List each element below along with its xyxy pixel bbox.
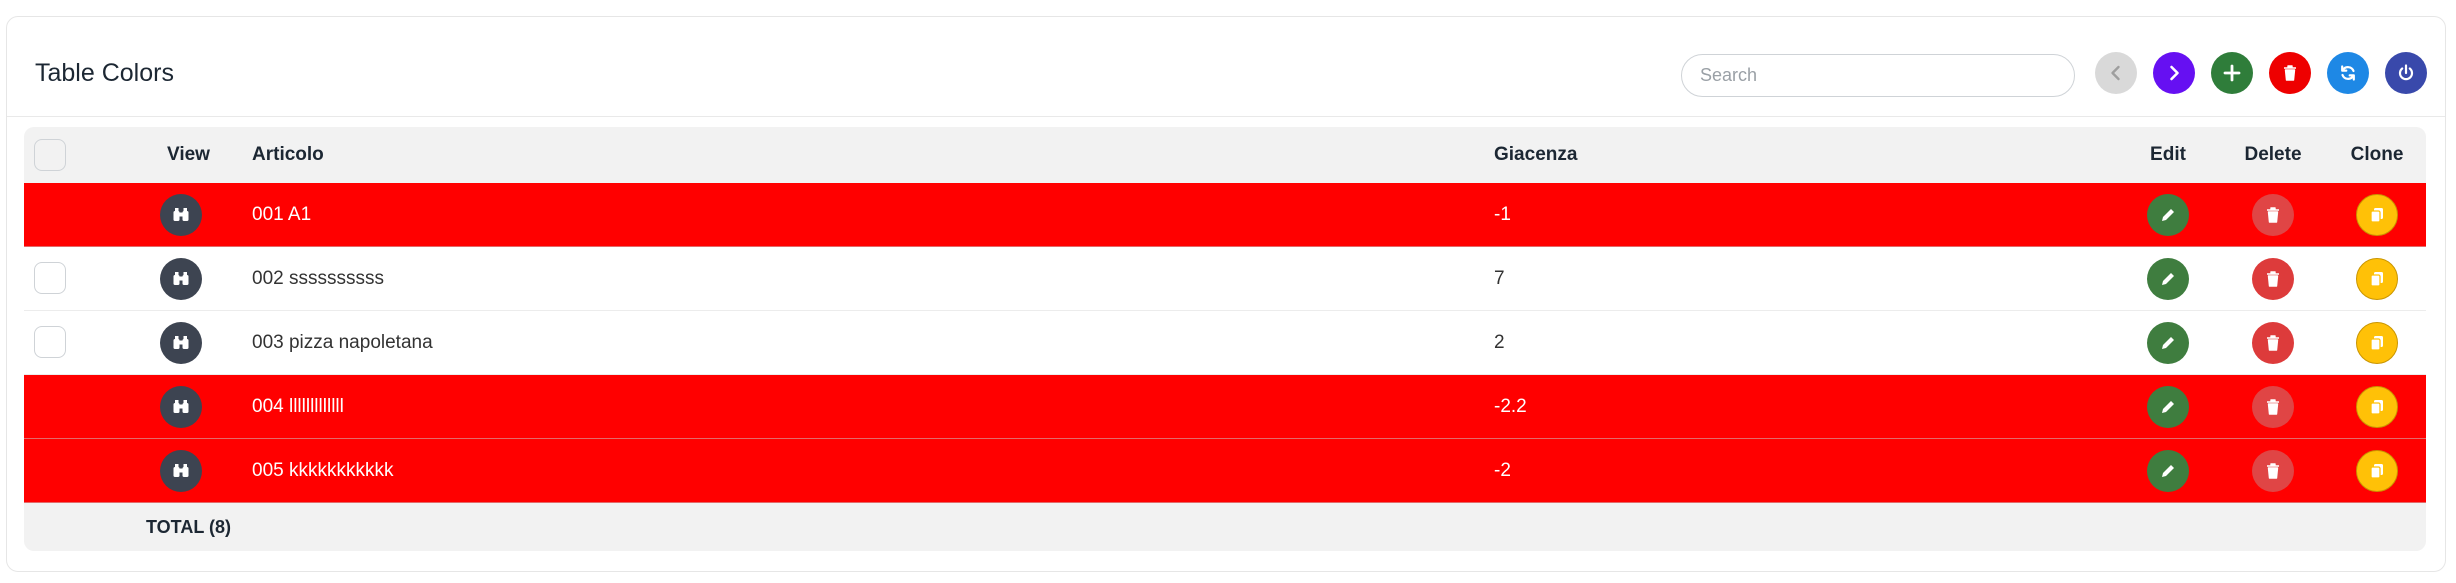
giacenza-cell: -1 [1494,203,1511,225]
copy-icon [2370,464,2383,479]
plus-icon [2223,64,2241,82]
table-row: 003 pizza napoletana 2 [24,311,2426,375]
select-all-checkbox[interactable] [34,139,66,171]
row-delete-button[interactable] [2252,258,2294,300]
card-header: Table Colors [7,17,2445,117]
view-button[interactable] [160,386,202,428]
refresh-button[interactable] [2327,52,2369,94]
refresh-icon [2341,65,2355,81]
edit-button[interactable] [2147,386,2189,428]
row-checkbox[interactable] [34,326,66,358]
row-checkbox[interactable] [34,262,66,294]
chevron-left-icon [2111,65,2120,81]
view-button[interactable] [160,258,202,300]
next-page-button[interactable] [2153,52,2195,94]
row-delete-button[interactable] [2252,450,2294,492]
trash-icon [2267,463,2279,479]
pencil-icon [2162,273,2174,285]
giacenza-cell: 2 [1494,331,1505,353]
binoculars-icon [173,272,189,285]
column-header-articolo[interactable]: Articolo [252,127,324,183]
copy-icon [2370,336,2383,351]
row-delete-button[interactable] [2252,386,2294,428]
prev-page-button[interactable] [2095,52,2137,94]
articolo-cell: 003 pizza napoletana [252,331,433,353]
trash-icon [2267,271,2279,287]
delete-button[interactable] [2269,52,2311,94]
search-input[interactable] [1681,54,2075,97]
trash-icon [2284,65,2296,81]
view-button[interactable] [160,450,202,492]
add-button[interactable] [2211,52,2253,94]
table-footer: TOTAL (8) [24,503,2426,551]
chevron-right-icon [2170,65,2179,81]
copy-icon [2370,208,2383,223]
column-header-giacenza[interactable]: Giacenza [1494,127,1577,183]
clone-button[interactable] [2356,386,2398,428]
giacenza-cell: -2 [1494,459,1511,481]
trash-icon [2267,207,2279,223]
table-row: 001 A1 -1 [24,183,2426,247]
binoculars-icon [173,208,189,221]
clone-button[interactable] [2356,258,2398,300]
table-row: 002 ssssssssss 7 [24,247,2426,311]
table-header: View Articolo Giacenza Edit Delete Clone [24,127,2426,183]
power-icon [2398,64,2414,81]
pencil-icon [2162,337,2174,349]
edit-button[interactable] [2147,194,2189,236]
table-card: Table Colors View Articolo Giacenza Edit… [6,16,2446,572]
copy-icon [2370,272,2383,287]
table-row: 005 kkkkkkkkkkk -2 [24,439,2426,503]
articolo-cell: 005 kkkkkkkkkkk [252,459,394,481]
clone-button[interactable] [2356,194,2398,236]
binoculars-icon [173,336,189,349]
column-header-delete: Delete [2244,144,2302,165]
edit-button[interactable] [2147,322,2189,364]
articolo-cell: 001 A1 [252,203,312,225]
page-title: Table Colors [35,59,174,87]
data-table: View Articolo Giacenza Edit Delete Clone… [24,127,2426,551]
articolo-cell: 002 ssssssssss [252,267,384,289]
trash-icon [2267,335,2279,351]
clone-button[interactable] [2356,322,2398,364]
articolo-cell: 004 lllllllllllll [252,395,344,417]
column-header-clone: Clone [2350,144,2404,165]
view-button[interactable] [160,194,202,236]
giacenza-cell: -2.2 [1494,395,1527,417]
pencil-icon [2162,465,2174,477]
power-button[interactable] [2385,52,2427,94]
binoculars-icon [173,464,189,477]
copy-icon [2370,400,2383,415]
edit-button[interactable] [2147,258,2189,300]
row-delete-button[interactable] [2252,322,2294,364]
column-header-edit: Edit [2150,144,2186,165]
clone-button[interactable] [2356,450,2398,492]
binoculars-icon [173,400,189,413]
pencil-icon [2162,401,2174,413]
view-button[interactable] [160,322,202,364]
trash-icon [2267,399,2279,415]
pencil-icon [2162,209,2174,221]
column-header-view[interactable]: View [167,127,210,183]
table-row: 004 lllllllllllll -2.2 [24,375,2426,439]
row-delete-button[interactable] [2252,194,2294,236]
giacenza-cell: 7 [1494,267,1505,289]
edit-button[interactable] [2147,450,2189,492]
total-label: TOTAL (8) [146,516,231,537]
